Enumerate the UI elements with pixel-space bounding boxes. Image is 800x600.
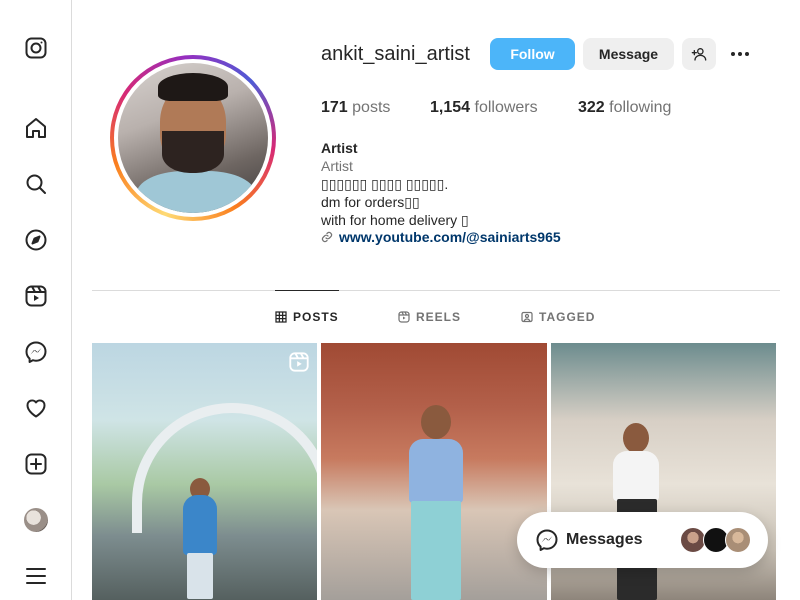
tabs-divider xyxy=(92,290,780,291)
messages-bar[interactable]: Messages xyxy=(517,512,768,568)
post-thumbnail[interactable] xyxy=(92,343,317,600)
more-options-icon[interactable] xyxy=(728,42,752,66)
profile-link[interactable]: www.youtube.com/@sainiarts965 xyxy=(321,229,561,245)
active-tab-indicator xyxy=(275,290,339,291)
avatar xyxy=(24,508,48,532)
sidebar-nav xyxy=(0,0,72,600)
reels-icon[interactable] xyxy=(24,284,48,308)
bio-category: Artist xyxy=(321,158,353,174)
bio-line: with for home delivery ▯ xyxy=(321,212,469,228)
tab-posts[interactable]: POSTS xyxy=(275,310,339,324)
avatar xyxy=(725,527,751,553)
grid-icon xyxy=(275,311,287,323)
explore-icon[interactable] xyxy=(24,228,48,252)
followers-stat[interactable]: 1,154 followers xyxy=(430,99,538,117)
messages-label: Messages xyxy=(566,531,643,548)
home-icon[interactable] xyxy=(24,116,48,140)
message-button[interactable]: Message xyxy=(583,38,674,70)
tab-tagged[interactable]: TAGGED xyxy=(521,310,595,324)
add-user-icon xyxy=(691,48,707,61)
profile-avatar[interactable] xyxy=(24,508,48,532)
search-icon[interactable] xyxy=(24,172,48,196)
following-stat[interactable]: 322 following xyxy=(578,99,671,117)
bio-line: ▯▯▯▯▯▯ ▯▯▯▯ ▯▯▯▯▯. xyxy=(321,176,449,192)
follow-button[interactable]: Follow xyxy=(490,38,575,70)
post-thumbnail[interactable] xyxy=(321,343,547,600)
messenger-icon[interactable] xyxy=(24,340,48,364)
profile-picture[interactable] xyxy=(110,55,276,221)
menu-icon[interactable] xyxy=(24,564,48,588)
messenger-icon xyxy=(535,528,559,552)
tagged-icon xyxy=(521,311,533,323)
suggest-user-button[interactable] xyxy=(682,38,716,70)
profile-photo xyxy=(118,63,268,213)
link-icon xyxy=(321,231,333,243)
reels-icon xyxy=(398,311,410,323)
bio-name: Artist xyxy=(321,140,358,156)
reel-indicator-icon xyxy=(288,351,310,373)
profile-username: ankit_saini_artist xyxy=(321,43,470,65)
heart-icon[interactable] xyxy=(24,396,48,420)
bio-line: dm for orders▯▯ xyxy=(321,194,420,210)
tab-reels[interactable]: REELS xyxy=(398,310,461,324)
posts-stat: 171 posts xyxy=(321,99,391,116)
instagram-icon[interactable] xyxy=(24,36,48,60)
create-icon[interactable] xyxy=(24,452,48,476)
